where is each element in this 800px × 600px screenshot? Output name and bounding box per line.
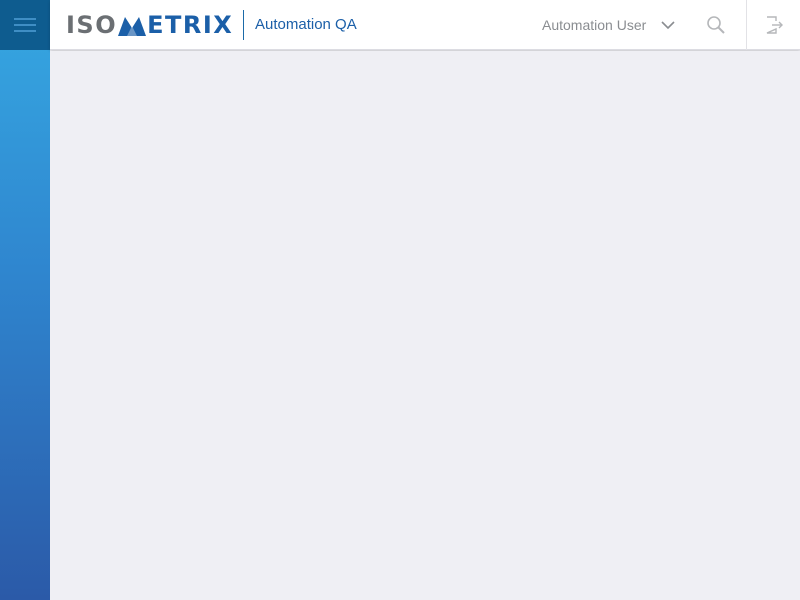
header-separator (746, 0, 747, 50)
search-button[interactable] (704, 13, 728, 37)
logout-icon (766, 16, 783, 34)
chevron-down-icon[interactable] (661, 20, 675, 30)
main-content-area (50, 51, 800, 600)
sidebar (0, 0, 50, 600)
logo-divider (243, 10, 244, 40)
app-name: Automation QA (255, 16, 357, 33)
isometrix-logo[interactable]: ISO ETRIX (66, 12, 233, 38)
user-name: Automation User (542, 17, 647, 33)
search-icon (707, 16, 725, 34)
top-header: ISO ETRIX Automation QA Automation User (50, 0, 800, 50)
logout-button[interactable] (762, 13, 786, 37)
logo-text-etrix: ETRIX (147, 11, 234, 39)
logo-mountain-icon (118, 14, 147, 36)
logo-text-iso: ISO (66, 11, 118, 39)
menu-button[interactable] (0, 0, 50, 50)
hamburger-menu-icon (14, 18, 36, 32)
user-menu[interactable]: Automation User (542, 14, 675, 36)
